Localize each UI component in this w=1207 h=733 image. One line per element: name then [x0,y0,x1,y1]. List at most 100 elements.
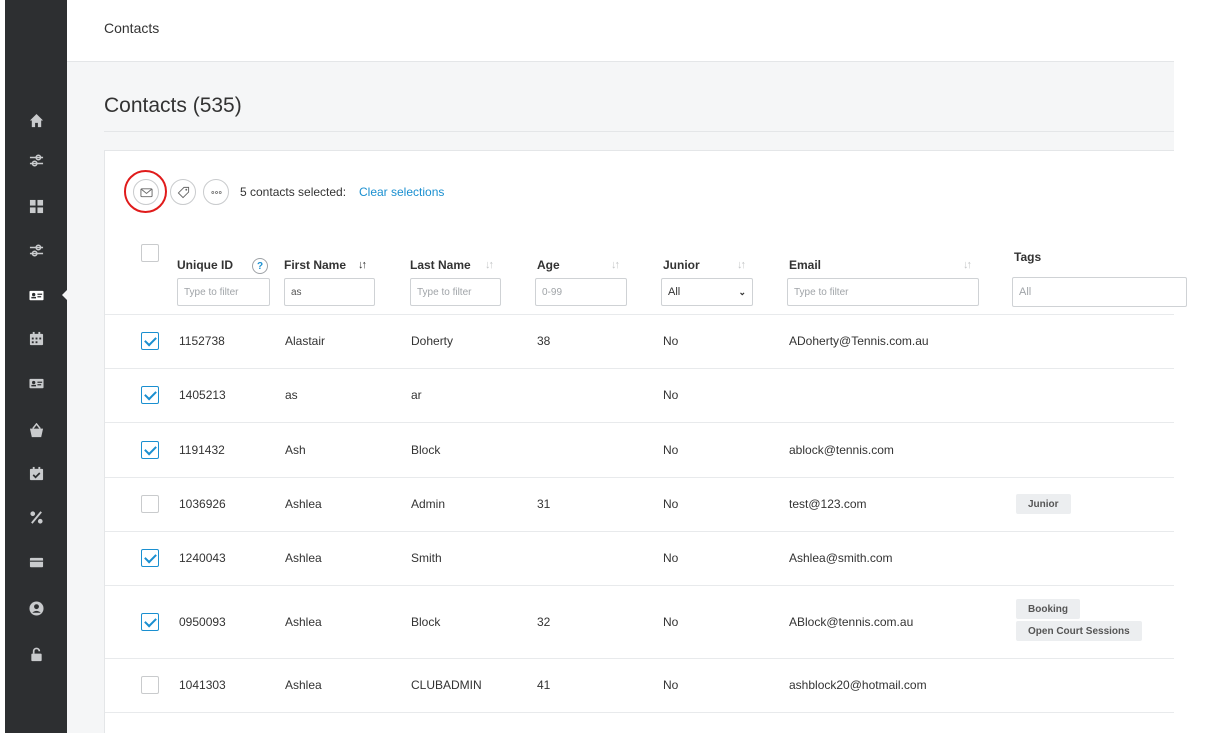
cell-junior: No [663,551,679,565]
sort-first-name[interactable]: ↓↑ [358,259,367,271]
cell-age: 38 [537,334,551,348]
more-dots-icon [210,190,222,194]
main-area: Contacts Contacts (535) [67,0,1174,733]
cell-first-name: Ashlea [285,615,322,629]
more-button[interactable] [203,179,229,205]
cell-last-name: Block [411,443,441,457]
chevron-down-icon: ⌄ [738,286,746,297]
cell-email: ablock@tennis.com [789,443,894,457]
cell-junior: No [663,334,679,348]
col-first-name: First Name [284,258,347,272]
sliders-icon[interactable] [5,238,67,262]
cell-age: 41 [537,678,551,692]
row-divider [105,585,1174,586]
help-icon[interactable]: ? [252,258,268,274]
cell-first-name: Ashlea [285,678,322,692]
junior-filter-select[interactable]: All ⌄ [661,278,753,306]
tag-badge: Open Court Sessions [1016,621,1142,641]
cell-first-name: as [285,388,298,402]
age-filter[interactable] [535,278,627,306]
email-button[interactable] [133,179,159,205]
last-name-filter[interactable] [410,278,501,306]
clear-selections-link[interactable]: Clear selections [359,185,444,199]
cell-unique-id: 1191432 [179,443,225,457]
cell-first-name: Ashlea [285,551,322,565]
calendar-check-icon[interactable] [5,461,67,485]
home-icon[interactable] [5,108,67,132]
page-title: Contacts (535) [104,94,242,117]
unlock-icon[interactable] [5,642,67,666]
grid-icon[interactable] [5,194,67,218]
cell-unique-id: 1041303 [179,678,226,692]
tags-filter[interactable] [1012,277,1187,307]
cell-last-name: ar [411,388,422,402]
row-divider [105,531,1174,532]
cell-email: ashblock20@hotmail.com [789,678,927,692]
cell-first-name: Alastair [285,334,326,348]
sort-email[interactable]: ↓↑ [963,259,972,271]
sidebar [5,0,70,733]
cell-first-name: Ash [285,443,306,457]
cell-unique-id: 1036926 [179,497,226,511]
selection-count: 5 contacts selected: [240,185,347,199]
row-checkbox[interactable] [141,386,159,404]
cell-last-name: Smith [411,551,442,565]
row-checkbox[interactable] [141,441,159,459]
divider [104,131,1174,132]
basket-icon[interactable] [5,418,67,442]
cell-last-name: Block [411,615,441,629]
cell-junior: No [663,497,679,511]
cell-unique-id: 1152738 [179,334,225,348]
tag-icon [177,186,189,198]
cell-junior: No [663,678,679,692]
cell-age: 31 [537,497,551,511]
col-junior: Junior [663,258,700,272]
row-checkbox[interactable] [141,549,159,567]
col-email: Email [789,258,822,272]
cell-email: test@123.com [789,497,867,511]
col-tags: Tags [1014,250,1042,264]
cell-email: ADoherty@Tennis.com.au [789,334,929,348]
sort-last-name[interactable]: ↓↑ [485,259,494,271]
user-circle-icon[interactable] [5,596,67,620]
row-divider [105,658,1174,659]
row-divider [105,314,1174,315]
unique-id-filter[interactable] [177,278,270,306]
cell-email: Ashlea@smith.com [789,551,893,565]
row-checkbox[interactable] [141,676,159,694]
junior-filter-value: All [668,286,681,298]
cell-last-name: CLUBADMIN [411,678,482,692]
row-checkbox[interactable] [141,332,159,350]
contact-card-icon[interactable] [5,283,67,307]
email-filter[interactable] [787,278,979,306]
sort-junior[interactable]: ↓↑ [737,259,746,271]
id-card-icon[interactable] [5,371,67,395]
cell-junior: No [663,443,679,457]
col-last-name: Last Name [410,258,471,272]
sliders-icon[interactable] [5,148,67,172]
select-all-checkbox[interactable] [141,244,159,262]
row-checkbox[interactable] [141,495,159,513]
contacts-card [104,150,1174,733]
sort-age[interactable]: ↓↑ [611,259,620,271]
percent-icon[interactable] [5,505,67,529]
col-age: Age [537,258,560,272]
col-unique-id: Unique ID [177,258,233,272]
cell-unique-id: 0950093 [179,615,226,629]
row-divider [105,477,1174,478]
cell-last-name: Doherty [411,334,454,348]
cell-first-name: Ashlea [285,497,322,511]
row-checkbox[interactable] [141,613,159,631]
cell-age: 32 [537,615,551,629]
cell-junior: No [663,388,679,402]
ticket-icon[interactable] [5,550,67,574]
top-bar: Contacts [67,0,1174,62]
cell-unique-id: 1240043 [179,551,226,565]
first-name-filter[interactable] [284,278,375,306]
row-divider [105,422,1174,423]
cell-email: ABlock@tennis.com.au [789,615,914,629]
breadcrumb: Contacts [104,20,160,36]
tag-badge: Booking [1016,599,1080,619]
tag-button[interactable] [170,179,196,205]
calendar-icon[interactable] [5,326,67,350]
